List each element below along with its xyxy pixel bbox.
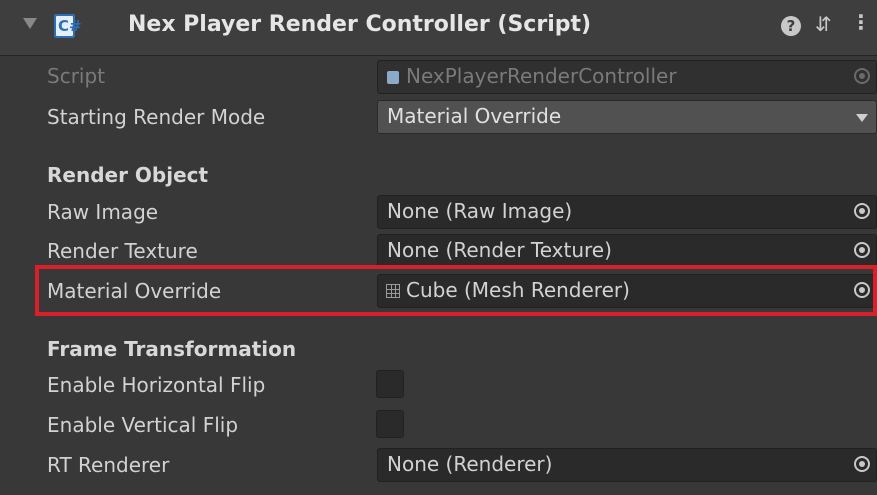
raw-image-label: Raw Image (47, 200, 159, 224)
enable-vertical-flip-label: Enable Vertical Flip (47, 413, 239, 437)
rt-renderer-value: None (Renderer) (387, 452, 553, 476)
script-label: Script (47, 64, 106, 88)
script-field: NexPlayerRenderController (377, 60, 877, 94)
render-object-header: Render Object (47, 163, 209, 187)
dropdown-arrow-icon (856, 114, 868, 122)
enable-horizontal-flip-label: Enable Horizontal Flip (47, 373, 266, 397)
object-picker-icon[interactable] (854, 456, 870, 472)
rt-renderer-label: RT Renderer (47, 453, 170, 477)
starting-render-mode-dropdown[interactable]: Material Override (377, 100, 877, 134)
enable-vertical-flip-checkbox[interactable] (376, 410, 404, 438)
frame-transformation-header: Frame Transformation (47, 337, 297, 361)
render-texture-label: Render Texture (47, 239, 198, 263)
starting-render-mode-value: Material Override (387, 104, 562, 128)
presets-icon[interactable]: ⇵ (815, 12, 832, 36)
component-header: C# Nex Player Render Controller (Script)… (0, 0, 877, 56)
material-override-field[interactable]: Cube (Mesh Renderer) (377, 274, 877, 308)
mesh-renderer-icon (386, 284, 400, 298)
starting-render-mode-label: Starting Render Mode (47, 105, 266, 129)
csharp-script-icon: C# (54, 14, 82, 38)
rt-renderer-field[interactable]: None (Renderer) (377, 448, 877, 482)
raw-image-field[interactable]: None (Raw Image) (377, 195, 877, 229)
object-picker-icon (854, 68, 870, 84)
material-override-value: Cube (Mesh Renderer) (406, 278, 630, 302)
enable-horizontal-flip-checkbox[interactable] (376, 370, 404, 398)
script-value: NexPlayerRenderController (406, 64, 677, 88)
context-menu-icon[interactable]: ⋮ (851, 10, 871, 34)
raw-image-value: None (Raw Image) (387, 199, 573, 223)
render-texture-field[interactable]: None (Render Texture) (377, 234, 877, 268)
material-override-label: Material Override (47, 279, 222, 303)
render-texture-value: None (Render Texture) (387, 238, 612, 262)
object-picker-icon[interactable] (854, 282, 870, 298)
component-title[interactable]: Nex Player Render Controller (Script) (128, 12, 591, 37)
foldout-arrow-icon[interactable] (23, 18, 37, 29)
script-asset-icon (387, 71, 399, 84)
help-icon[interactable]: ? (781, 16, 801, 36)
object-picker-icon[interactable] (854, 203, 870, 219)
object-picker-icon[interactable] (854, 242, 870, 258)
